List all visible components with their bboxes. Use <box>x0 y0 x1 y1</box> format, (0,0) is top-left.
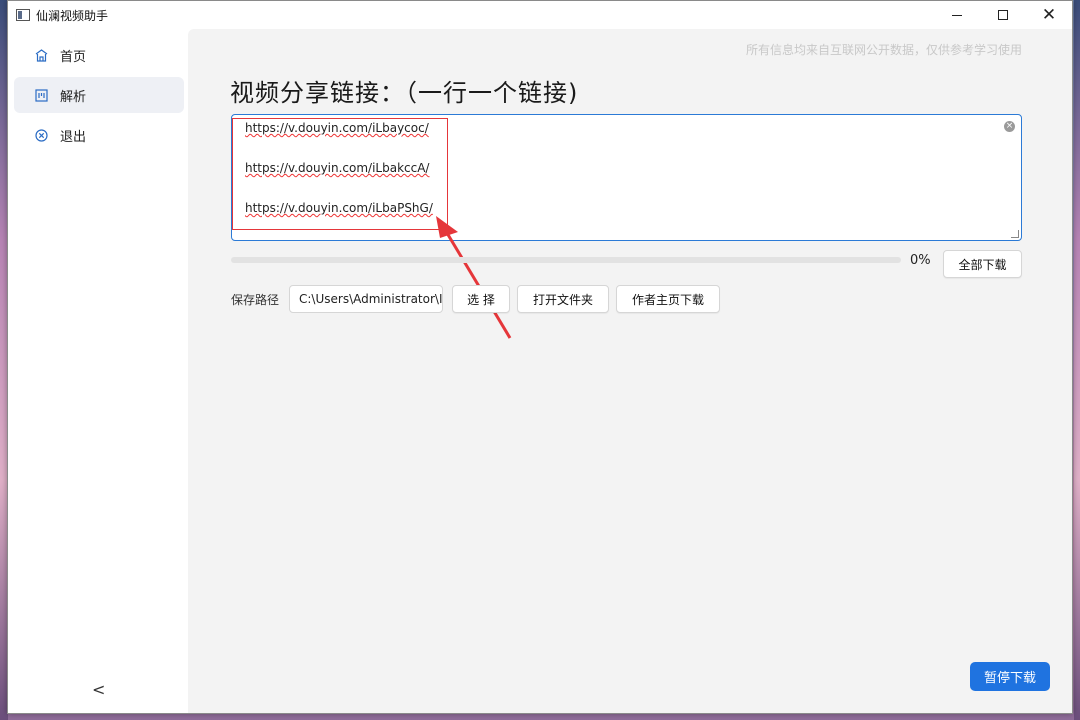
resize-grip-icon[interactable] <box>1011 230 1019 238</box>
disclaimer-text: 所有信息均来自互联网公开数据，仅供参考学习使用 <box>745 43 1022 57</box>
page-title: 视频分享链接：（一行一个链接) <box>230 79 579 107</box>
author-page-download-button[interactable]: 作者主页下载 <box>616 285 720 313</box>
minimize-icon <box>952 14 962 16</box>
maximize-icon <box>998 10 1008 20</box>
sidebar-item-label: 退出 <box>60 129 87 145</box>
main-panel: 所有信息均来自互联网公开数据，仅供参考学习使用 视频分享链接：（一行一个链接) … <box>188 29 1072 713</box>
title-bar[interactable]: 仙澜视频助手 ✕ <box>8 1 1072 29</box>
choose-button[interactable]: 选 择 <box>452 285 510 313</box>
desktop-wallpaper-right <box>1074 0 1080 720</box>
clear-icon[interactable]: × <box>1004 121 1015 132</box>
window-controls: ✕ <box>934 1 1072 29</box>
save-path-input[interactable]: C:\Users\Administrator\I <box>289 285 443 313</box>
app-window: 仙澜视频助手 ✕ 首页 解析 退出 < 所有信息均来自互联网公开数据，仅供参考学… <box>7 0 1073 714</box>
sidebar-item-label: 解析 <box>60 89 87 105</box>
close-button[interactable]: ✕ <box>1026 1 1072 29</box>
progress-bar <box>231 257 901 263</box>
maximize-button[interactable] <box>980 1 1026 29</box>
home-icon <box>34 48 48 62</box>
progress-percent: 0% <box>910 253 931 268</box>
sidebar-item-label: 首页 <box>60 49 87 65</box>
sidebar: 首页 解析 退出 < <box>8 29 188 713</box>
exit-icon <box>34 128 48 142</box>
collapse-sidebar-button[interactable]: < <box>92 680 105 699</box>
pause-download-button[interactable]: 暂停下载 <box>970 662 1050 691</box>
window-title: 仙澜视频助手 <box>36 8 109 23</box>
app-icon <box>16 9 30 21</box>
close-icon: ✕ <box>1041 4 1057 25</box>
parse-icon <box>34 88 48 102</box>
save-path-label: 保存路径 <box>231 293 280 307</box>
annotation-box <box>232 118 448 230</box>
sidebar-item-parse[interactable]: 解析 <box>14 77 184 113</box>
open-folder-button[interactable]: 打开文件夹 <box>517 285 609 313</box>
download-all-button[interactable]: 全部下载 <box>943 250 1022 278</box>
sidebar-item-home[interactable]: 首页 <box>14 37 184 73</box>
annotation-arrow-icon <box>436 216 512 339</box>
chevron-left-icon: < <box>92 680 106 699</box>
minimize-button[interactable] <box>934 1 980 29</box>
body-area: 首页 解析 退出 < 所有信息均来自互联网公开数据，仅供参考学习使用 视频分享链… <box>8 29 1072 713</box>
sidebar-item-exit[interactable]: 退出 <box>14 117 184 153</box>
